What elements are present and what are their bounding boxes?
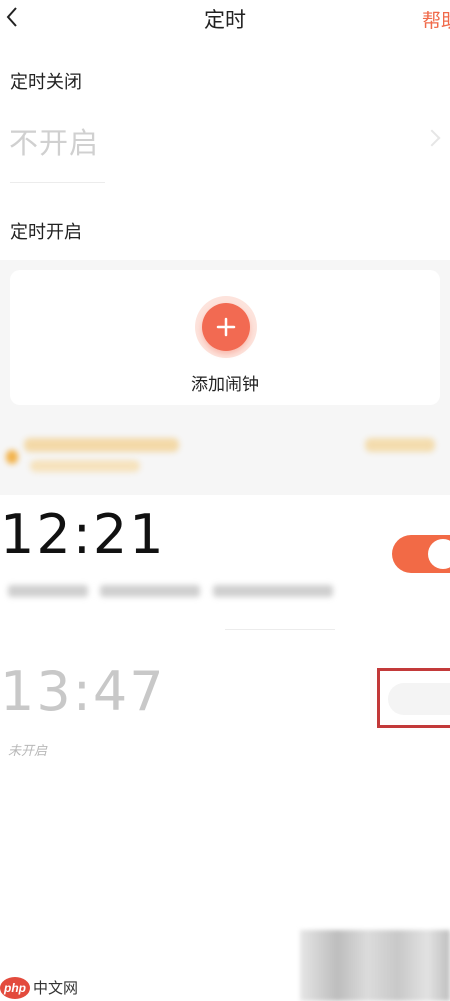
timer-close-section: 定时关闭 不开启 [0,40,450,200]
divider [225,629,335,630]
redacted-alarm-detail [8,583,333,599]
alarm-list: 12:21 13:47 未开启 [0,495,450,790]
timer-close-value[interactable]: 不开启 [9,120,99,162]
help-link[interactable]: 帮助 [422,6,450,33]
alarm-toggle-on[interactable] [392,535,450,573]
timer-close-label: 定时关闭 [10,72,82,93]
timer-open-label: 定时开启 [10,222,82,243]
toggle-track [388,683,450,715]
add-alarm-card: 添加闹钟 [10,270,440,405]
alarm-time[interactable]: 12:21 [0,503,166,566]
blurred-corner [300,930,450,1001]
plus-icon [216,317,236,337]
watermark-text: 中文网 [33,980,79,997]
alarm-time[interactable]: 13:47 [0,660,166,723]
redacted-banner [0,430,450,485]
watermark: php 中文网 [0,974,78,1001]
alarm-toggle-off-highlighted[interactable] [377,668,450,728]
add-alarm-button[interactable] [195,296,257,358]
timer-open-header: 定时开启 [0,200,450,260]
add-button-circle [202,303,250,351]
divider [10,182,105,183]
alarm-status: 未开启 [8,744,48,759]
page-title: 定时 [204,8,246,32]
chevron-right-icon [423,129,441,147]
top-bar: 定时 帮助 [0,0,450,40]
php-logo: php [0,976,30,999]
toggle-knob [428,539,450,569]
add-alarm-label: 添加闹钟 [191,375,259,395]
